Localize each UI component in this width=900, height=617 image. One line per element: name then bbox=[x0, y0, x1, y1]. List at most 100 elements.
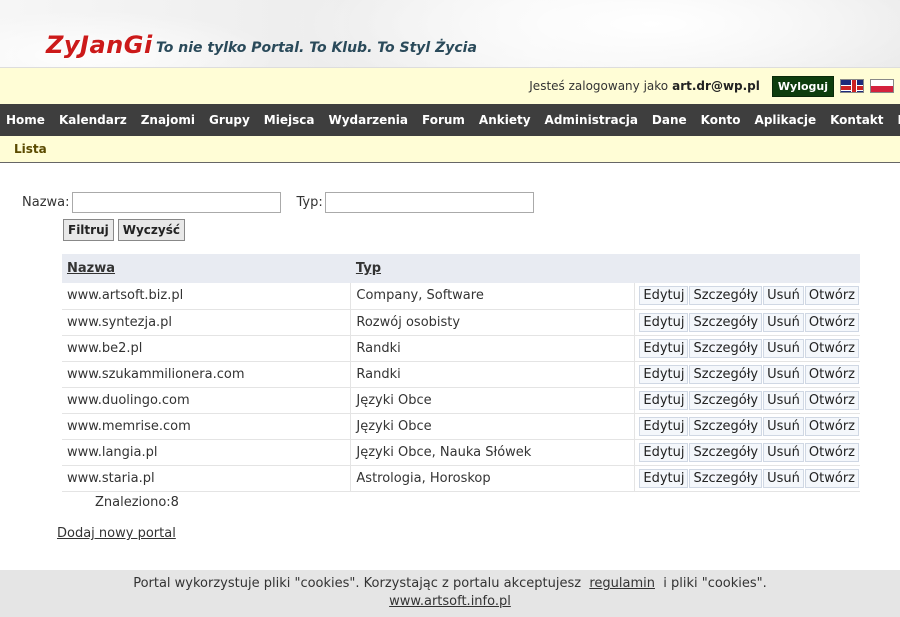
cell-actions: Edytuj Szczegóły Usuń Otwórz bbox=[634, 465, 860, 492]
open-button[interactable]: Otwórz bbox=[804, 364, 859, 384]
table-row: www.be2.pl Randki Edytuj Szczegóły Usuń Otw… bbox=[62, 335, 860, 362]
header-nazwa: Nazwa bbox=[62, 254, 351, 283]
cookie-footer: Portal wykorzystuje pliki "cookies". Kor… bbox=[0, 570, 900, 617]
logout-button[interactable]: Wyloguj bbox=[771, 75, 834, 97]
nav-konto[interactable]: Konto bbox=[695, 113, 749, 127]
cell-name: www.staria.pl bbox=[62, 465, 352, 492]
open-button[interactable]: Otwórz bbox=[804, 468, 859, 488]
main-nav: Home Kalendarz Znajomi Grupy Miejsca Wyd… bbox=[0, 104, 900, 136]
cell-type: Company, Software bbox=[350, 283, 636, 310]
name-input[interactable] bbox=[71, 192, 281, 213]
table-row: www.langia.pl Języki Obce, Nauka Słówek … bbox=[62, 439, 860, 466]
table-row: www.staria.pl Astrologia, Horoskop Edytu… bbox=[62, 465, 860, 492]
delete-button[interactable]: Usuń bbox=[763, 286, 804, 306]
english-flag-icon[interactable] bbox=[840, 79, 864, 93]
nav-ankiety[interactable]: Ankiety bbox=[473, 113, 539, 127]
table-row: www.artsoft.biz.pl Company, Software Edy… bbox=[62, 283, 860, 310]
cell-actions: Edytuj Szczegóły Usuń Otwórz bbox=[634, 283, 860, 310]
open-button[interactable]: Otwórz bbox=[804, 338, 859, 358]
cookie-notice: Portal wykorzystuje pliki "cookies". Kor… bbox=[0, 576, 900, 591]
open-button[interactable]: Otwórz bbox=[804, 312, 859, 332]
open-button[interactable]: Otwórz bbox=[804, 442, 859, 462]
nav-dane[interactable]: Dane bbox=[646, 113, 695, 127]
cell-name: www.memrise.com bbox=[62, 413, 352, 440]
cell-actions: Edytuj Szczegóły Usuń Otwórz bbox=[634, 387, 860, 414]
cell-type: Astrologia, Horoskop bbox=[350, 465, 636, 492]
edit-button[interactable]: Edytuj bbox=[639, 468, 689, 488]
delete-button[interactable]: Usuń bbox=[763, 416, 804, 436]
details-button[interactable]: Szczegóły bbox=[689, 338, 763, 358]
delete-button[interactable]: Usuń bbox=[763, 338, 804, 358]
cell-actions: Edytuj Szczegóły Usuń Otwórz bbox=[634, 439, 860, 466]
cell-type: Randki bbox=[350, 361, 636, 388]
table-header-row: Nazwa Typ bbox=[62, 254, 860, 283]
cell-type: Języki Obce, Nauka Słówek bbox=[350, 439, 636, 466]
delete-button[interactable]: Usuń bbox=[763, 390, 804, 410]
logged-in-info: Jesteś zalogowany jako art.dr@wp.pl bbox=[529, 79, 760, 93]
filter-button[interactable]: Filtruj bbox=[63, 219, 114, 241]
nav-znajomi[interactable]: Znajomi bbox=[135, 113, 203, 127]
type-input[interactable] bbox=[324, 192, 534, 213]
site-link[interactable]: www.artsoft.info.pl bbox=[389, 594, 511, 609]
results-count: Znaleziono:8 bbox=[95, 495, 179, 510]
details-button[interactable]: Szczegóły bbox=[689, 442, 763, 462]
subnav-lista[interactable]: Lista bbox=[14, 142, 47, 156]
cell-name: www.szukammilionera.com bbox=[62, 361, 352, 388]
details-button[interactable]: Szczegóły bbox=[689, 390, 763, 410]
nav-kontakt[interactable]: Kontakt bbox=[824, 113, 891, 127]
clear-button[interactable]: Wyczyść bbox=[117, 219, 185, 241]
cell-name: www.syntezja.pl bbox=[62, 309, 352, 336]
logged-in-text: Jesteś zalogowany jako bbox=[529, 79, 669, 93]
cookie-text-after: i pliki "cookies". bbox=[663, 576, 767, 591]
filter-form: Nazwa: Typ: bbox=[22, 192, 534, 213]
footer-site-line: www.artsoft.info.pl bbox=[0, 594, 900, 609]
regulamin-link[interactable]: regulamin bbox=[589, 576, 655, 591]
delete-button[interactable]: Usuń bbox=[763, 468, 804, 488]
details-button[interactable]: Szczegóły bbox=[689, 364, 763, 384]
details-button[interactable]: Szczegóły bbox=[689, 416, 763, 436]
delete-button[interactable]: Usuń bbox=[763, 364, 804, 384]
edit-button[interactable]: Edytuj bbox=[639, 442, 689, 462]
sort-nazwa-link[interactable]: Nazwa bbox=[67, 261, 115, 276]
nav-home[interactable]: Home bbox=[0, 113, 53, 127]
header: ZyJanGi To nie tylko Portal. To Klub. To… bbox=[0, 0, 900, 67]
cookie-text-before: Portal wykorzystuje pliki "cookies". Kor… bbox=[133, 576, 582, 591]
nav-aplikacje[interactable]: Aplikacje bbox=[749, 113, 825, 127]
edit-button[interactable]: Edytuj bbox=[639, 416, 689, 436]
user-bar: Jesteś zalogowany jako art.dr@wp.pl Wylog… bbox=[0, 67, 900, 104]
cell-actions: Edytuj Szczegóły Usuń Otwórz bbox=[634, 413, 860, 440]
nav-miejsca[interactable]: Miejsca bbox=[258, 113, 323, 127]
logo[interactable]: ZyJanGi bbox=[46, 31, 153, 59]
cell-name: www.be2.pl bbox=[62, 335, 352, 362]
portal-table: Nazwa Typ www.artsoft.biz.pl Company, So… bbox=[62, 254, 860, 492]
nav-wydarzenia[interactable]: Wydarzenia bbox=[322, 113, 416, 127]
nav-grupy[interactable]: Grupy bbox=[203, 113, 258, 127]
cell-actions: Edytuj Szczegóły Usuń Otwórz bbox=[634, 309, 860, 336]
open-button[interactable]: Otwórz bbox=[804, 390, 859, 410]
sort-typ-link[interactable]: Typ bbox=[356, 261, 381, 276]
open-button[interactable]: Otwórz bbox=[804, 286, 859, 306]
edit-button[interactable]: Edytuj bbox=[639, 390, 689, 410]
header-typ: Typ bbox=[350, 254, 635, 283]
open-button[interactable]: Otwórz bbox=[804, 416, 859, 436]
edit-button[interactable]: Edytuj bbox=[639, 286, 689, 306]
edit-button[interactable]: Edytuj bbox=[639, 364, 689, 384]
cell-name: www.duolingo.com bbox=[62, 387, 352, 414]
delete-button[interactable]: Usuń bbox=[763, 312, 804, 332]
nav-kalendarz[interactable]: Kalendarz bbox=[53, 113, 135, 127]
delete-button[interactable]: Usuń bbox=[763, 442, 804, 462]
details-button[interactable]: Szczegóły bbox=[689, 468, 763, 488]
polish-flag-icon[interactable] bbox=[870, 79, 894, 93]
add-portal-link[interactable]: Dodaj nowy portal bbox=[57, 526, 176, 541]
edit-button[interactable]: Edytuj bbox=[639, 338, 689, 358]
nav-forum[interactable]: Forum bbox=[416, 113, 473, 127]
nav-info[interactable]: Info bbox=[892, 113, 900, 127]
cell-type: Randki bbox=[350, 335, 636, 362]
cell-name: www.artsoft.biz.pl bbox=[62, 283, 352, 310]
edit-button[interactable]: Edytuj bbox=[639, 312, 689, 332]
nav-administracja[interactable]: Administracja bbox=[539, 113, 646, 127]
details-button[interactable]: Szczegóły bbox=[689, 286, 763, 306]
details-button[interactable]: Szczegóły bbox=[689, 312, 763, 332]
table-row: www.szukammilionera.com Randki Edytuj Szc… bbox=[62, 361, 860, 388]
name-label: Nazwa: bbox=[22, 195, 70, 210]
